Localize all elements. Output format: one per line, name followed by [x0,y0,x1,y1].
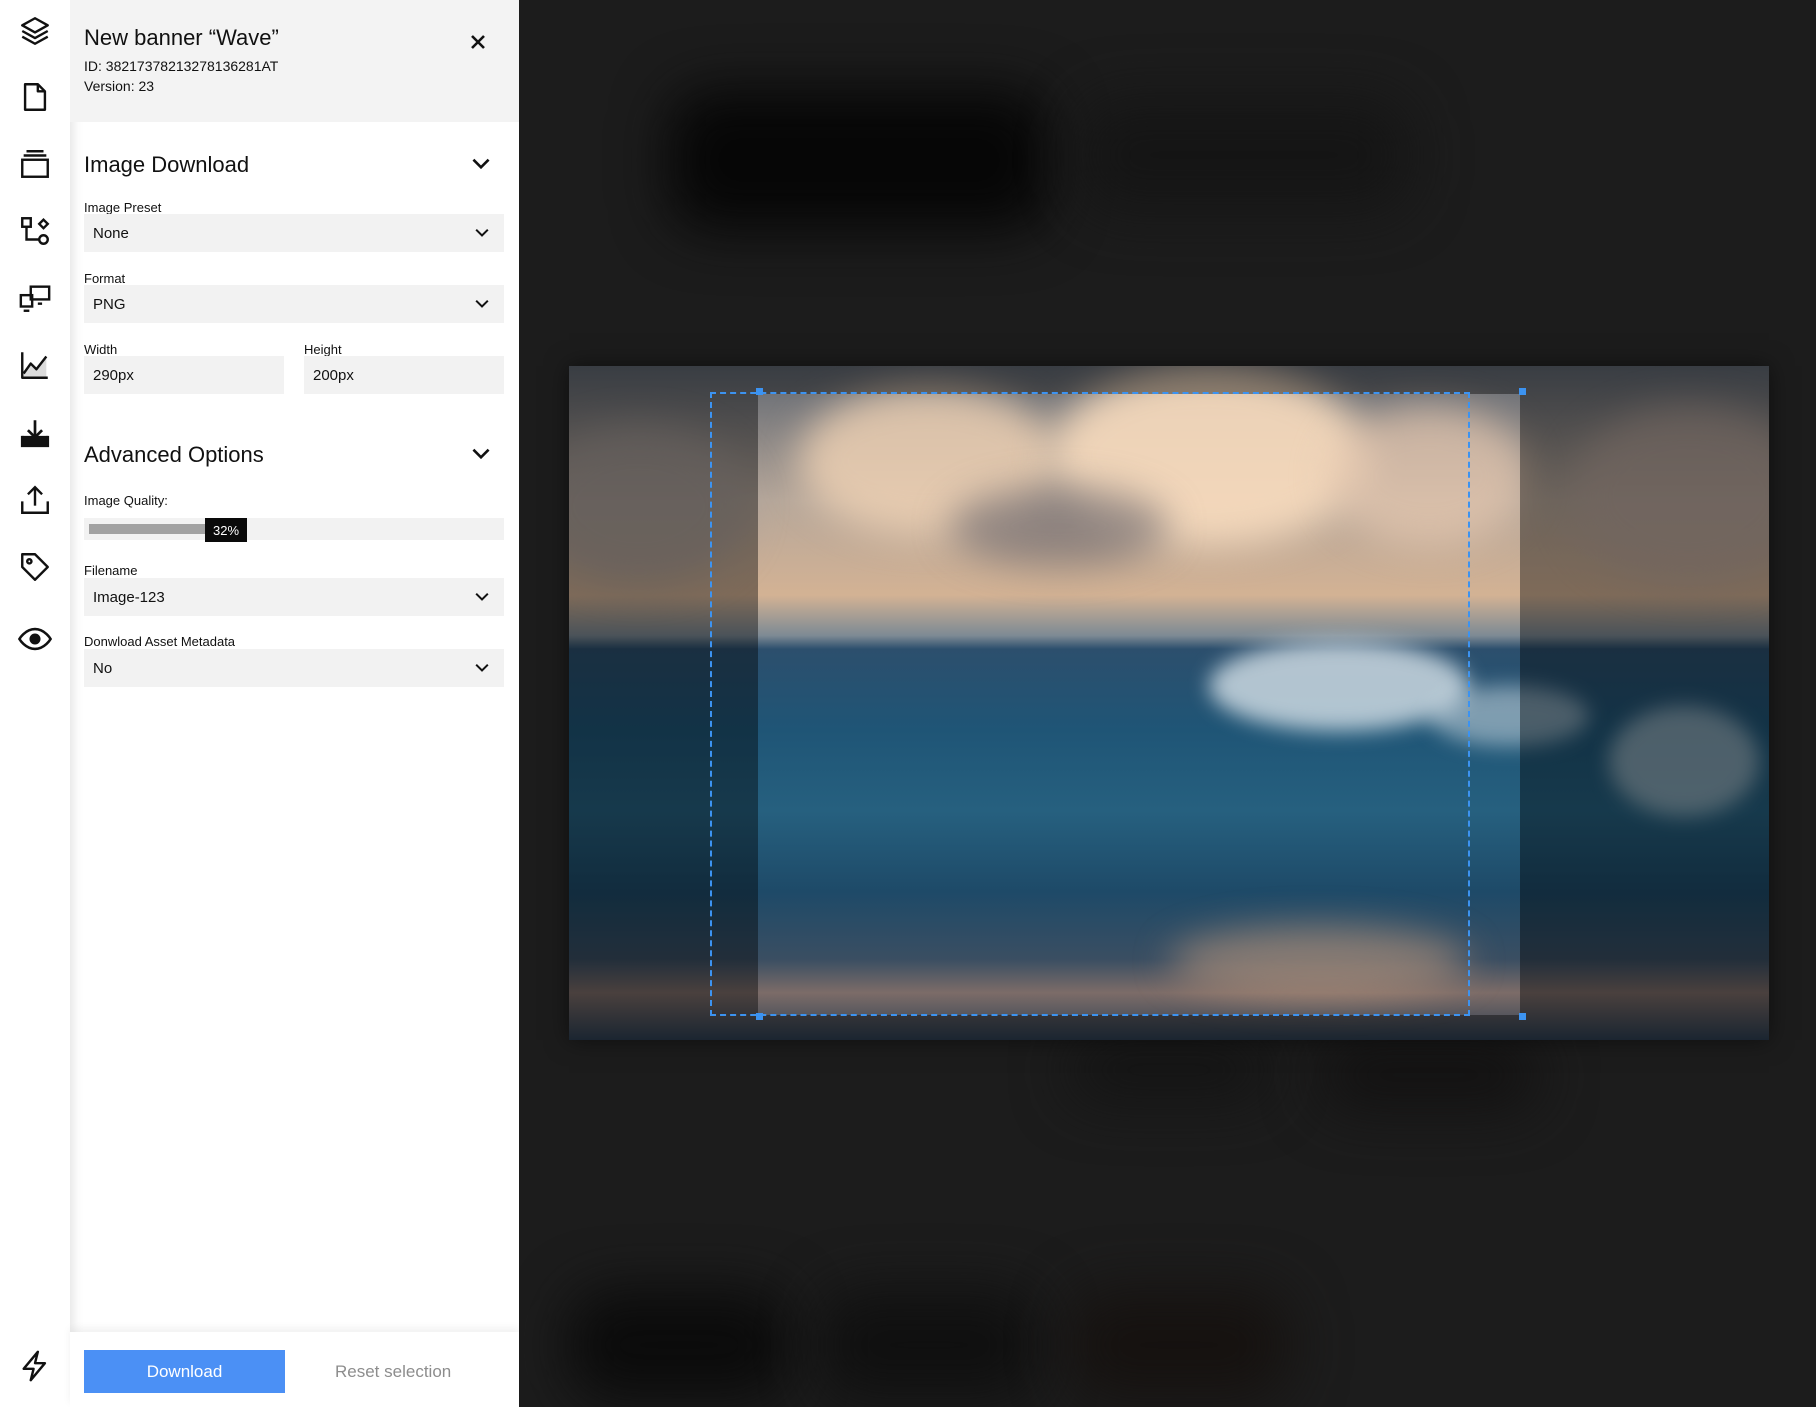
chevron-down-icon [475,299,489,308]
asset-version: Version: 23 [84,78,155,94]
metadata-value: No [93,660,113,677]
photo-dim-overlay [1520,366,1769,1040]
filename-label: Filename [84,563,138,578]
eye-icon[interactable] [14,618,56,660]
close-icon [471,35,485,49]
workflow-icon[interactable] [14,210,56,252]
metadata-label: Donwload Asset Metadata [84,634,236,649]
height-input[interactable] [304,356,504,394]
chevron-down-icon [475,663,489,672]
chevron-down-icon [475,592,489,601]
filename-value: Image-123 [93,589,165,606]
upload-icon[interactable] [14,479,56,521]
image-quality-slider[interactable]: 32% [84,518,504,542]
reset-selection-button[interactable]: Reset selection [335,1362,451,1382]
format-select[interactable]: PNG [84,285,504,323]
blurred-background-shape [1069,1040,1269,1100]
blurred-background-shape [1319,1040,1539,1110]
image-quality-label: Image Quality: [84,493,168,508]
blurred-background-shape [1069,1290,1289,1400]
blurred-background-shape [819,1290,1039,1400]
download-panel: New banner “Wave” ID: 382173782132781362… [70,0,519,1407]
panel-title: New banner “Wave” [84,25,279,50]
blurred-background-shape [569,1290,789,1400]
document-icon[interactable] [14,76,56,118]
width-label: Width [84,342,118,357]
stack-icon[interactable] [14,143,56,185]
image-preset-value: None [93,225,129,242]
blurred-background-shape [669,90,1049,230]
layers-icon[interactable] [14,10,56,52]
image-preset-label: Image Preset [84,200,162,215]
crop-handle-top-right[interactable] [1519,388,1526,395]
icon-rail [0,0,70,1407]
blurred-background-shape [1079,100,1409,210]
bolt-icon[interactable] [14,1345,56,1387]
image-download-collapse-icon[interactable] [468,151,494,177]
crop-handle-bottom-left[interactable] [756,1013,763,1020]
crop-handle-top-left[interactable] [756,388,763,395]
devices-icon[interactable] [14,277,56,319]
photo-dim-overlay [758,366,1520,394]
image-quality-fill [89,524,205,534]
analytics-icon[interactable] [14,344,56,386]
advanced-options-collapse-icon[interactable] [468,441,494,467]
photo-dim-overlay [758,1015,1520,1040]
crop-handle-bottom-right[interactable] [1519,1013,1526,1020]
download-icon[interactable] [14,412,56,454]
crop-selection[interactable] [710,392,1470,1016]
image-download-heading: Image Download [84,152,250,177]
download-button[interactable]: Download [84,1350,285,1393]
chevron-down-icon [475,228,489,237]
width-input[interactable] [84,356,284,394]
metadata-select[interactable]: No [84,649,504,687]
format-label: Format [84,271,126,286]
image-quality-thumb[interactable]: 32% [205,518,247,542]
tag-icon[interactable] [14,546,56,588]
advanced-options-heading: Advanced Options [84,442,264,467]
close-button[interactable] [464,28,492,56]
panel-footer: Download Reset selection [70,1332,519,1407]
image-preset-select[interactable]: None [84,214,504,252]
filename-select[interactable]: Image-123 [84,578,504,616]
panel-header: New banner “Wave” ID: 382173782132781362… [70,0,519,122]
asset-id: ID: 38217378213278136281AT [84,58,279,74]
height-label: Height [304,342,342,357]
format-value: PNG [93,296,126,313]
